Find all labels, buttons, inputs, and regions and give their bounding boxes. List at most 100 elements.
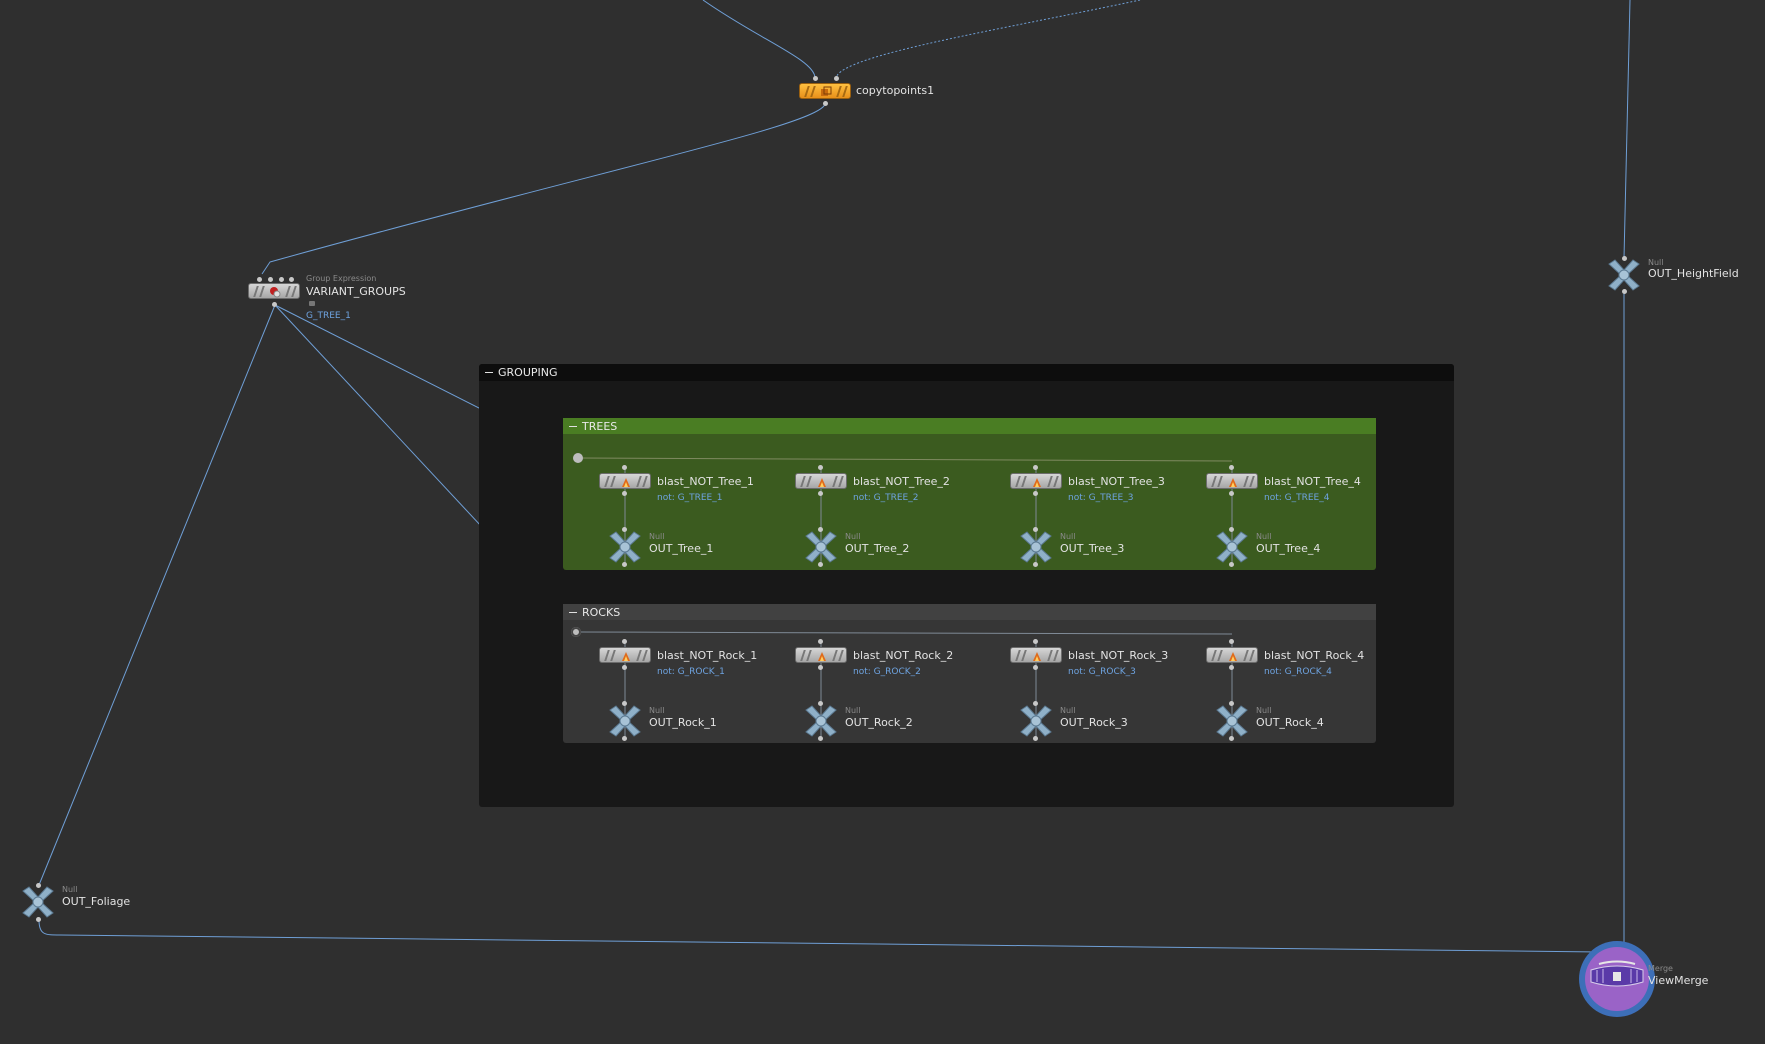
node-name[interactable]: blast_NOT_Rock_3 [1068,649,1168,662]
node-name[interactable]: OUT_HeightField [1648,267,1739,280]
node-name[interactable]: OUT_Foliage [62,895,130,908]
blast-icon [1030,475,1043,488]
output-port[interactable] [1229,665,1234,670]
node-name[interactable]: blast_NOT_Tree_3 [1068,475,1165,488]
null-icon[interactable] [1213,704,1251,738]
node-comment: not: G_TREE_1 [657,493,723,503]
wire-to-copytopoints-right[interactable] [835,0,1141,79]
output-port[interactable] [622,736,627,741]
input-port[interactable] [279,277,284,282]
node-type: Null [62,885,78,894]
node-comment: not: G_TREE_2 [853,493,919,503]
output-port[interactable] [1229,736,1234,741]
output-port[interactable] [818,665,823,670]
node-name[interactable]: blast_NOT_Tree_4 [1264,475,1361,488]
output-port[interactable] [1033,562,1038,567]
node-name[interactable]: blast_NOT_Rock_1 [657,649,757,662]
input-port[interactable] [818,639,823,644]
input-port[interactable] [268,277,273,282]
null-icon[interactable] [606,530,644,564]
rocks-dot[interactable] [571,627,581,637]
input-port[interactable] [1033,639,1038,644]
null-icon[interactable] [606,704,644,738]
network-box-grouping-header[interactable]: GROUPING [479,364,1454,381]
null-icon[interactable] [802,704,840,738]
output-port[interactable] [818,736,823,741]
trees-dot[interactable] [573,453,583,463]
null-icon[interactable] [19,885,57,919]
collapse-icon[interactable] [569,611,577,613]
node-type: Null [1060,706,1076,715]
network-box-grouping-title: GROUPING [498,366,558,379]
node-type: Merge [1648,964,1673,973]
blast-body[interactable] [1206,473,1258,489]
network-box-trees-header[interactable]: TREES [563,418,1376,434]
output-port[interactable] [818,562,823,567]
blast-body[interactable] [795,473,847,489]
input-port[interactable] [622,639,627,644]
blast-icon [1030,649,1043,662]
node-name[interactable]: blast_NOT_Rock_4 [1264,649,1364,662]
input-port[interactable] [818,465,823,470]
input-port[interactable] [1229,639,1234,644]
node-name[interactable]: OUT_Tree_2 [845,542,909,555]
node-name[interactable]: OUT_Rock_4 [1256,716,1324,729]
node-name[interactable]: OUT_Tree_3 [1060,542,1124,555]
node-type: Null [845,706,861,715]
output-port[interactable] [1033,491,1038,496]
node-name[interactable]: copytopoints1 [856,84,934,97]
null-icon[interactable] [1213,530,1251,564]
input-port[interactable] [289,277,294,282]
null-icon[interactable] [1017,530,1055,564]
output-port[interactable] [818,491,823,496]
node-name[interactable]: OUT_Rock_3 [1060,716,1128,729]
output-port[interactable] [1229,562,1234,567]
output-port[interactable] [1033,736,1038,741]
node-name[interactable]: ViewMerge [1648,974,1708,987]
collapse-icon[interactable] [569,425,577,427]
input-port[interactable] [834,76,839,81]
node-comment: not: G_ROCK_3 [1068,667,1136,677]
null-icon[interactable] [1017,704,1055,738]
wire-variantgroups-foliage[interactable] [38,304,276,886]
node-name[interactable]: OUT_Rock_2 [845,716,913,729]
node-name[interactable]: OUT_Rock_1 [649,716,717,729]
null-icon[interactable] [802,530,840,564]
output-port[interactable] [622,491,627,496]
output-port[interactable] [36,917,41,922]
null-icon[interactable] [1605,258,1643,292]
blast-body[interactable] [1010,647,1062,663]
collapse-icon[interactable] [485,372,493,373]
output-port[interactable] [823,101,828,106]
wire-to-copytopoints-left[interactable] [702,0,816,79]
input-port[interactable] [1033,465,1038,470]
output-port[interactable] [622,665,627,670]
output-port[interactable] [1229,491,1234,496]
node-name[interactable]: blast_NOT_Tree_2 [853,475,950,488]
blast-body[interactable] [795,647,847,663]
input-port[interactable] [257,277,262,282]
node-name[interactable]: OUT_Tree_1 [649,542,713,555]
output-port[interactable] [1622,289,1627,294]
input-port[interactable] [622,465,627,470]
input-port[interactable] [1229,465,1234,470]
network-box-rocks-title: ROCKS [582,605,621,619]
node-name[interactable]: blast_NOT_Rock_2 [853,649,953,662]
network-box-rocks-header[interactable]: ROCKS [563,604,1376,620]
input-port[interactable] [813,76,818,81]
blast-body[interactable] [599,473,651,489]
output-port[interactable] [622,562,627,567]
node-name[interactable]: VARIANT_GROUPS [306,285,406,298]
node-name[interactable]: blast_NOT_Tree_1 [657,475,754,488]
wire-to-heightfield[interactable] [1623,0,1631,259]
blast-body[interactable] [1010,473,1062,489]
wire-foliage-viewmerge[interactable] [38,919,1601,953]
copytopoints-body[interactable] [799,83,851,99]
blast-body[interactable] [1206,647,1258,663]
output-port[interactable] [272,302,277,307]
blast-body[interactable] [599,647,651,663]
variant-groups-body[interactable] [248,283,300,299]
wire-copytopoints-variantgroups[interactable] [261,103,826,275]
output-port[interactable] [1033,665,1038,670]
node-name[interactable]: OUT_Tree_4 [1256,542,1320,555]
